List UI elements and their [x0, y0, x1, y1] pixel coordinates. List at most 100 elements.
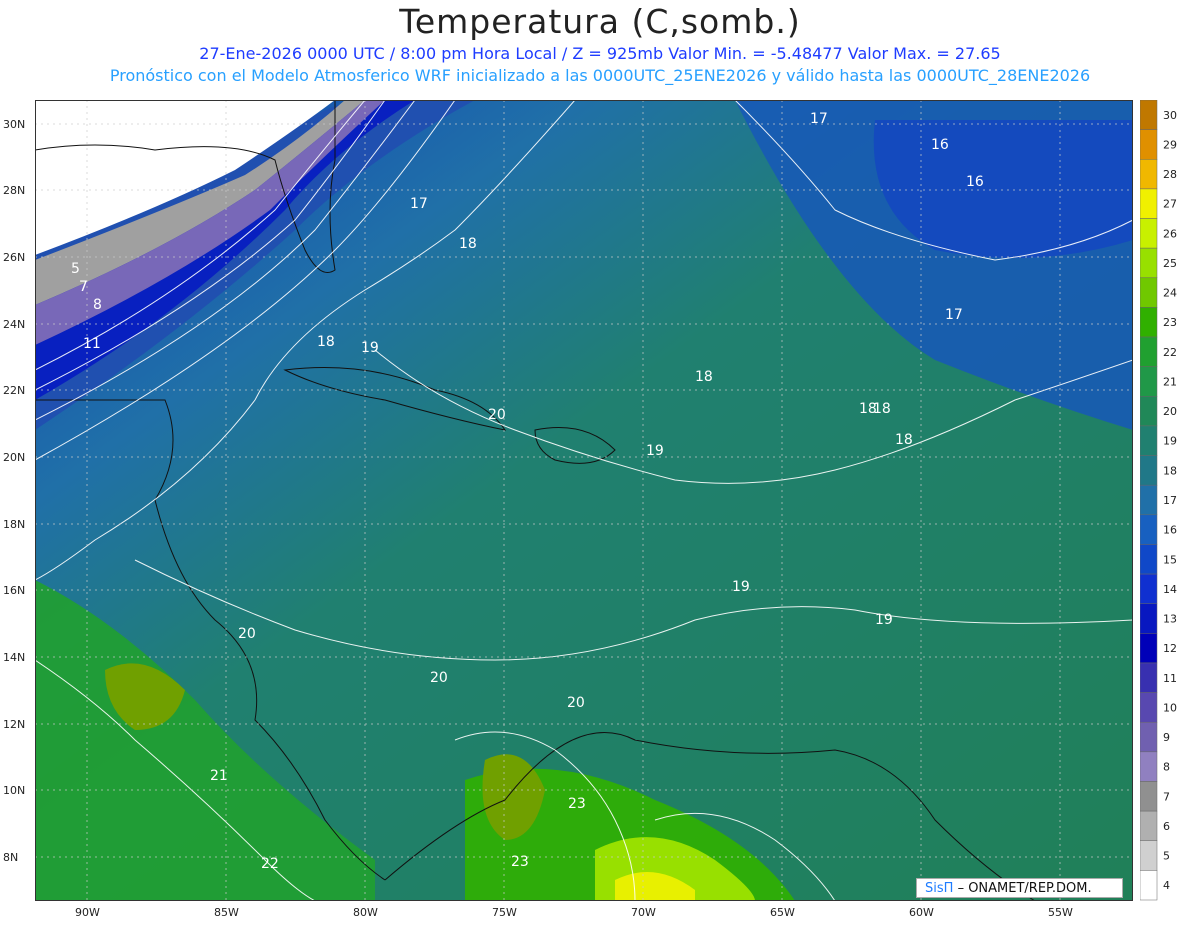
colorbar-label: 24 [1163, 287, 1177, 300]
colorbar-swatch [1140, 247, 1158, 279]
contour-label: 17 [410, 196, 428, 212]
colorbar-swatch [1140, 603, 1158, 634]
colorbar-swatch [1140, 277, 1158, 308]
colorbar-label: 5 [1163, 850, 1170, 863]
colorbar-label: 12 [1163, 642, 1177, 655]
colorbar-label: 15 [1163, 553, 1177, 566]
lat-label: 20N [3, 451, 25, 464]
credit-box: SisΠ – ONAMET/REP.DOM. [916, 878, 1123, 898]
contour-label: 18 [459, 236, 477, 252]
colorbar-label: 16 [1163, 524, 1177, 537]
lon-label: 80W [353, 906, 378, 919]
colorbar-swatch [1140, 484, 1158, 516]
colorbar-swatch [1140, 781, 1158, 812]
lat-label: 22N [3, 384, 25, 397]
colorbar-swatch [1140, 662, 1158, 693]
temperature-map: 5 7 8 11 16 16 17 17 17 18 18 18 18 18 1… [35, 100, 1133, 901]
colorbar-label: 13 [1163, 613, 1177, 626]
colorbar: 30 29 28 27 26 25 24 23 22 21 20 19 18 17 16 15 14 13 12 11… [1140, 100, 1177, 901]
contour-label: 20 [430, 670, 448, 686]
colorbar-label: 30 [1163, 109, 1177, 122]
contour-label: 20 [488, 407, 506, 423]
colorbar-swatch [1140, 840, 1158, 871]
colorbar-swatch [1140, 455, 1158, 486]
colorbar-swatch [1140, 159, 1158, 190]
lat-label: 12N [3, 718, 25, 731]
colorbar-swatch [1140, 100, 1158, 130]
lat-label: 10N [3, 784, 25, 797]
colorbar-swatch [1140, 721, 1158, 753]
colorbar-label: 19 [1163, 435, 1177, 448]
colorbar-swatch [1140, 573, 1158, 604]
colorbar-swatch [1140, 692, 1158, 723]
lat-label: 26N [3, 251, 25, 264]
contour-label: 19 [361, 340, 379, 356]
latitude-axis: 30N 28N 26N 24N 22N 20N 18N 16N 14N 12N … [3, 118, 25, 864]
contour-label: 22 [261, 856, 279, 872]
colorbar-label: 20 [1163, 405, 1177, 418]
contour-label: 16 [966, 174, 984, 190]
colorbar-label: 9 [1163, 731, 1170, 744]
colorbar-swatch [1140, 129, 1158, 160]
colorbar-label: 10 [1163, 701, 1177, 714]
colorbar-label: 18 [1163, 464, 1177, 477]
contour-label: 20 [567, 695, 585, 711]
colorbar-swatch [1140, 425, 1158, 456]
lat-label: 18N [3, 518, 25, 531]
colorbar-label: 21 [1163, 375, 1177, 388]
colorbar-swatch [1140, 751, 1158, 782]
colorbar-label: 22 [1163, 346, 1177, 359]
contour-label: 17 [945, 307, 963, 323]
longitude-axis: 90W 85W 80W 75W 70W 65W 60W 55W [75, 906, 1073, 919]
lon-label: 90W [75, 906, 100, 919]
contour-label: 20 [238, 626, 256, 642]
colorbar-label: 14 [1163, 583, 1177, 596]
contour-label: 23 [511, 854, 529, 870]
contour-label: 21 [210, 768, 228, 784]
lon-label: 75W [492, 906, 517, 919]
colorbar-swatch [1140, 633, 1158, 664]
lat-label: 8N [3, 851, 18, 864]
colorbar-label: 29 [1163, 138, 1177, 151]
lon-label: 85W [214, 906, 239, 919]
map-subtitle-model: Pronóstico con el Modelo Atmosferico WRF… [109, 66, 1091, 85]
colorbar-label: 8 [1163, 761, 1170, 774]
colorbar-swatch [1140, 396, 1158, 427]
contour-label: 11 [83, 336, 101, 352]
colorbar-label: 11 [1163, 672, 1177, 685]
colorbar-label: 26 [1163, 227, 1177, 240]
colorbar-swatch [1140, 218, 1158, 249]
lat-label: 30N [3, 118, 25, 131]
colorbar-swatch [1140, 870, 1158, 901]
colorbar-label: 7 [1163, 790, 1170, 803]
colorbar-label: 4 [1163, 879, 1170, 892]
contour-label: 19 [875, 612, 893, 628]
lat-label: 28N [3, 184, 25, 197]
lon-label: 70W [631, 906, 656, 919]
contour-label: 7 [79, 279, 88, 295]
lat-label: 24N [3, 318, 25, 331]
contour-label: 19 [732, 579, 750, 595]
colorbar-swatch [1140, 544, 1158, 575]
contour-label: 8 [93, 297, 102, 313]
contour-label: 17 [810, 111, 828, 127]
colorbar-swatch [1140, 514, 1158, 545]
colorbar-swatch [1140, 336, 1158, 367]
colorbar-swatch [1140, 366, 1158, 397]
lat-label: 16N [3, 584, 25, 597]
contour-label: 5 [71, 261, 80, 277]
lon-label: 65W [770, 906, 795, 919]
colorbar-label: 23 [1163, 316, 1177, 329]
colorbar-label: 25 [1163, 257, 1177, 270]
lon-label: 55W [1048, 906, 1073, 919]
map-title: Temperatura (C,somb.) [399, 2, 801, 41]
colorbar-swatch [1140, 810, 1158, 841]
credit-brand: SisΠ [925, 881, 954, 896]
lon-label: 60W [909, 906, 934, 919]
contour-label: 23 [568, 796, 586, 812]
colorbar-swatch [1140, 188, 1158, 219]
contour-label: 19 [646, 443, 664, 459]
contour-label: 18 [695, 369, 713, 385]
colorbar-label: 6 [1163, 820, 1170, 833]
contour-label: 16 [931, 137, 949, 153]
